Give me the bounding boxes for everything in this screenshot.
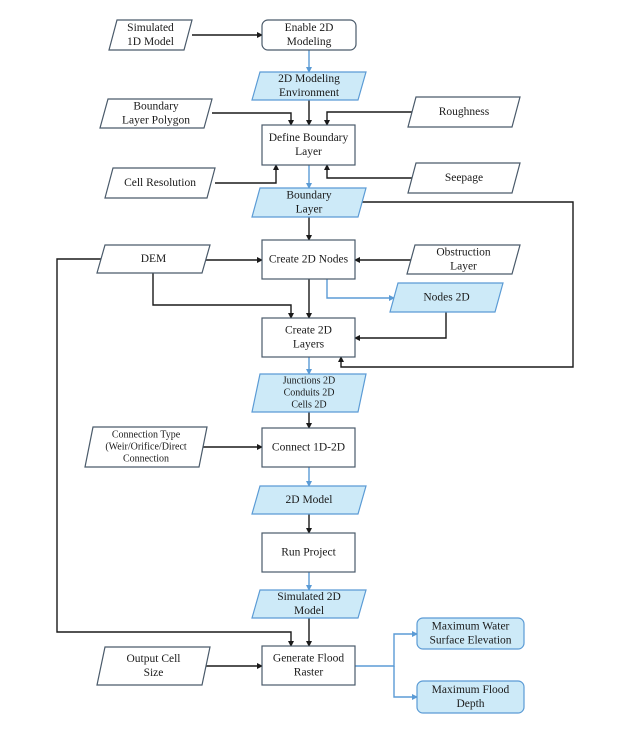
boundary-layer-polygon-label: Layer Polygon (122, 115, 190, 127)
junctions-conduits-cells-2d-label: Conduits 2D (284, 388, 335, 399)
model-2d-node: 2D Model (251, 485, 367, 515)
edge-roughness-to-define-boundary (324, 111, 412, 126)
simulated-1d-model-label: 1D Model (127, 36, 174, 48)
create-2d-layers-label: Layers (293, 339, 325, 351)
connect-1d-2d-node: Connect 1D-2D (261, 427, 356, 468)
define-boundary-layer-node: Define Boundary Layer (261, 124, 356, 166)
obstruction-layer-node: Obstruction Layer (406, 244, 521, 275)
cell-resolution-node: Cell Resolution (104, 167, 216, 199)
connection-type-label: Connection Type (112, 430, 181, 441)
junctions-conduits-cells-2d-node: Junctions 2DConduits 2DCells 2D (251, 373, 367, 413)
maximum-flood-depth-node: Maximum Flood Depth (416, 680, 525, 714)
roughness-label: Roughness (439, 106, 490, 118)
junctions-conduits-cells-2d-label: Junctions 2D (283, 376, 336, 387)
boundary-layer-polygon-label: Boundary (133, 101, 179, 113)
create-2d-nodes-node: Create 2D Nodes (261, 239, 356, 280)
nodes-2d-node: Nodes 2D (389, 282, 504, 313)
connection-type-node: Connection Type(Weir/Orifice/DirectConne… (84, 426, 208, 468)
boundary-layer-node: Boundary Layer (251, 187, 367, 218)
simulated-2d-model-label: Simulated 2D (277, 591, 341, 603)
maximum-water-surface-elevation-node: Maximum Water Surface Elevation (416, 617, 525, 650)
connect-1d-2d-label: Connect 1D-2D (272, 442, 345, 454)
boundary-layer-polygon-node: Boundary Layer Polygon (99, 98, 213, 129)
junctions-conduits-cells-2d-label: Cells 2D (291, 400, 326, 411)
maximum-flood-depth-label: Depth (456, 698, 484, 710)
run-project-node: Run Project (261, 532, 356, 573)
connection-type-label: (Weir/Orifice/Direct (105, 442, 187, 453)
enable-2d-modeling-label: Enable 2D (285, 22, 334, 34)
simulated-2d-model-label: Model (294, 605, 324, 617)
edge-nodes2d-to-create-layers (354, 312, 447, 341)
edge-create-nodes-to-nodes2d (326, 279, 395, 301)
simulated-1d-model-node: Simulated 1D Model (108, 19, 193, 51)
edge-polygon-to-define-boundary (212, 112, 294, 126)
obstruction-layer-label: Layer (450, 261, 477, 273)
flowchart: Simulated 1D Model Enable 2D Modeling 2D Mod… (56, 19, 574, 714)
obstruction-layer-label: Obstruction (436, 247, 491, 259)
edge-seepage-to-define-boundary (324, 164, 412, 179)
output-cell-size-node: Output Cell Size (96, 646, 211, 686)
enable-2d-modeling-label: Modeling (287, 36, 332, 48)
modeling-environment-2d-node: 2D Modeling Environment (251, 71, 367, 101)
edge-generate-raster-to-max-wse (355, 631, 418, 667)
create-2d-layers-label: Create 2D (285, 325, 332, 337)
enable-2d-modeling-node: Enable 2D Modeling (261, 19, 357, 51)
cell-resolution-label: Cell Resolution (124, 177, 196, 189)
dem-node: DEM (96, 244, 211, 274)
model-2d-label: 2D Model (286, 494, 333, 506)
run-project-label: Run Project (281, 547, 336, 559)
define-boundary-layer-label: Define Boundary (269, 132, 349, 144)
edge-dem-to-create-layers (152, 273, 294, 319)
maximum-water-surface-elevation-label: Maximum Water (432, 621, 510, 633)
simulated-1d-model-label: Simulated (127, 22, 174, 34)
boundary-layer-label: Layer (296, 204, 323, 216)
define-boundary-layer-shape (261, 124, 356, 166)
simulated-2d-model-node: Simulated 2D Model (251, 589, 367, 619)
dem-label: DEM (141, 253, 167, 265)
boundary-layer-label: Boundary (286, 190, 332, 202)
maximum-flood-depth-label: Maximum Flood (432, 684, 510, 696)
define-boundary-layer-label: Layer (295, 146, 322, 158)
generate-flood-raster-label: Generate Flood (273, 653, 344, 665)
edge-cell-resolution-to-define-boundary (215, 164, 279, 184)
generate-flood-raster-label: Raster (294, 667, 324, 679)
roughness-node: Roughness (407, 96, 521, 128)
modeling-environment-2d-label: 2D Modeling (278, 73, 340, 85)
connection-type-label: Connection (123, 454, 169, 465)
create-2d-nodes-label: Create 2D Nodes (269, 254, 349, 266)
output-cell-size-label: Output Cell (127, 653, 181, 665)
generate-flood-raster-node: Generate Flood Raster (261, 645, 356, 686)
nodes-2d-label: Nodes 2D (423, 292, 469, 304)
output-cell-size-label: Size (144, 667, 164, 679)
modeling-environment-2d-label: Environment (279, 87, 340, 99)
seepage-node: Seepage (407, 162, 521, 194)
create-2d-layers-node: Create 2D Layers (261, 317, 356, 358)
maximum-water-surface-elevation-label: Surface Elevation (429, 635, 511, 647)
edge-generate-raster-to-max-depth (393, 666, 418, 700)
seepage-label: Seepage (445, 172, 483, 184)
